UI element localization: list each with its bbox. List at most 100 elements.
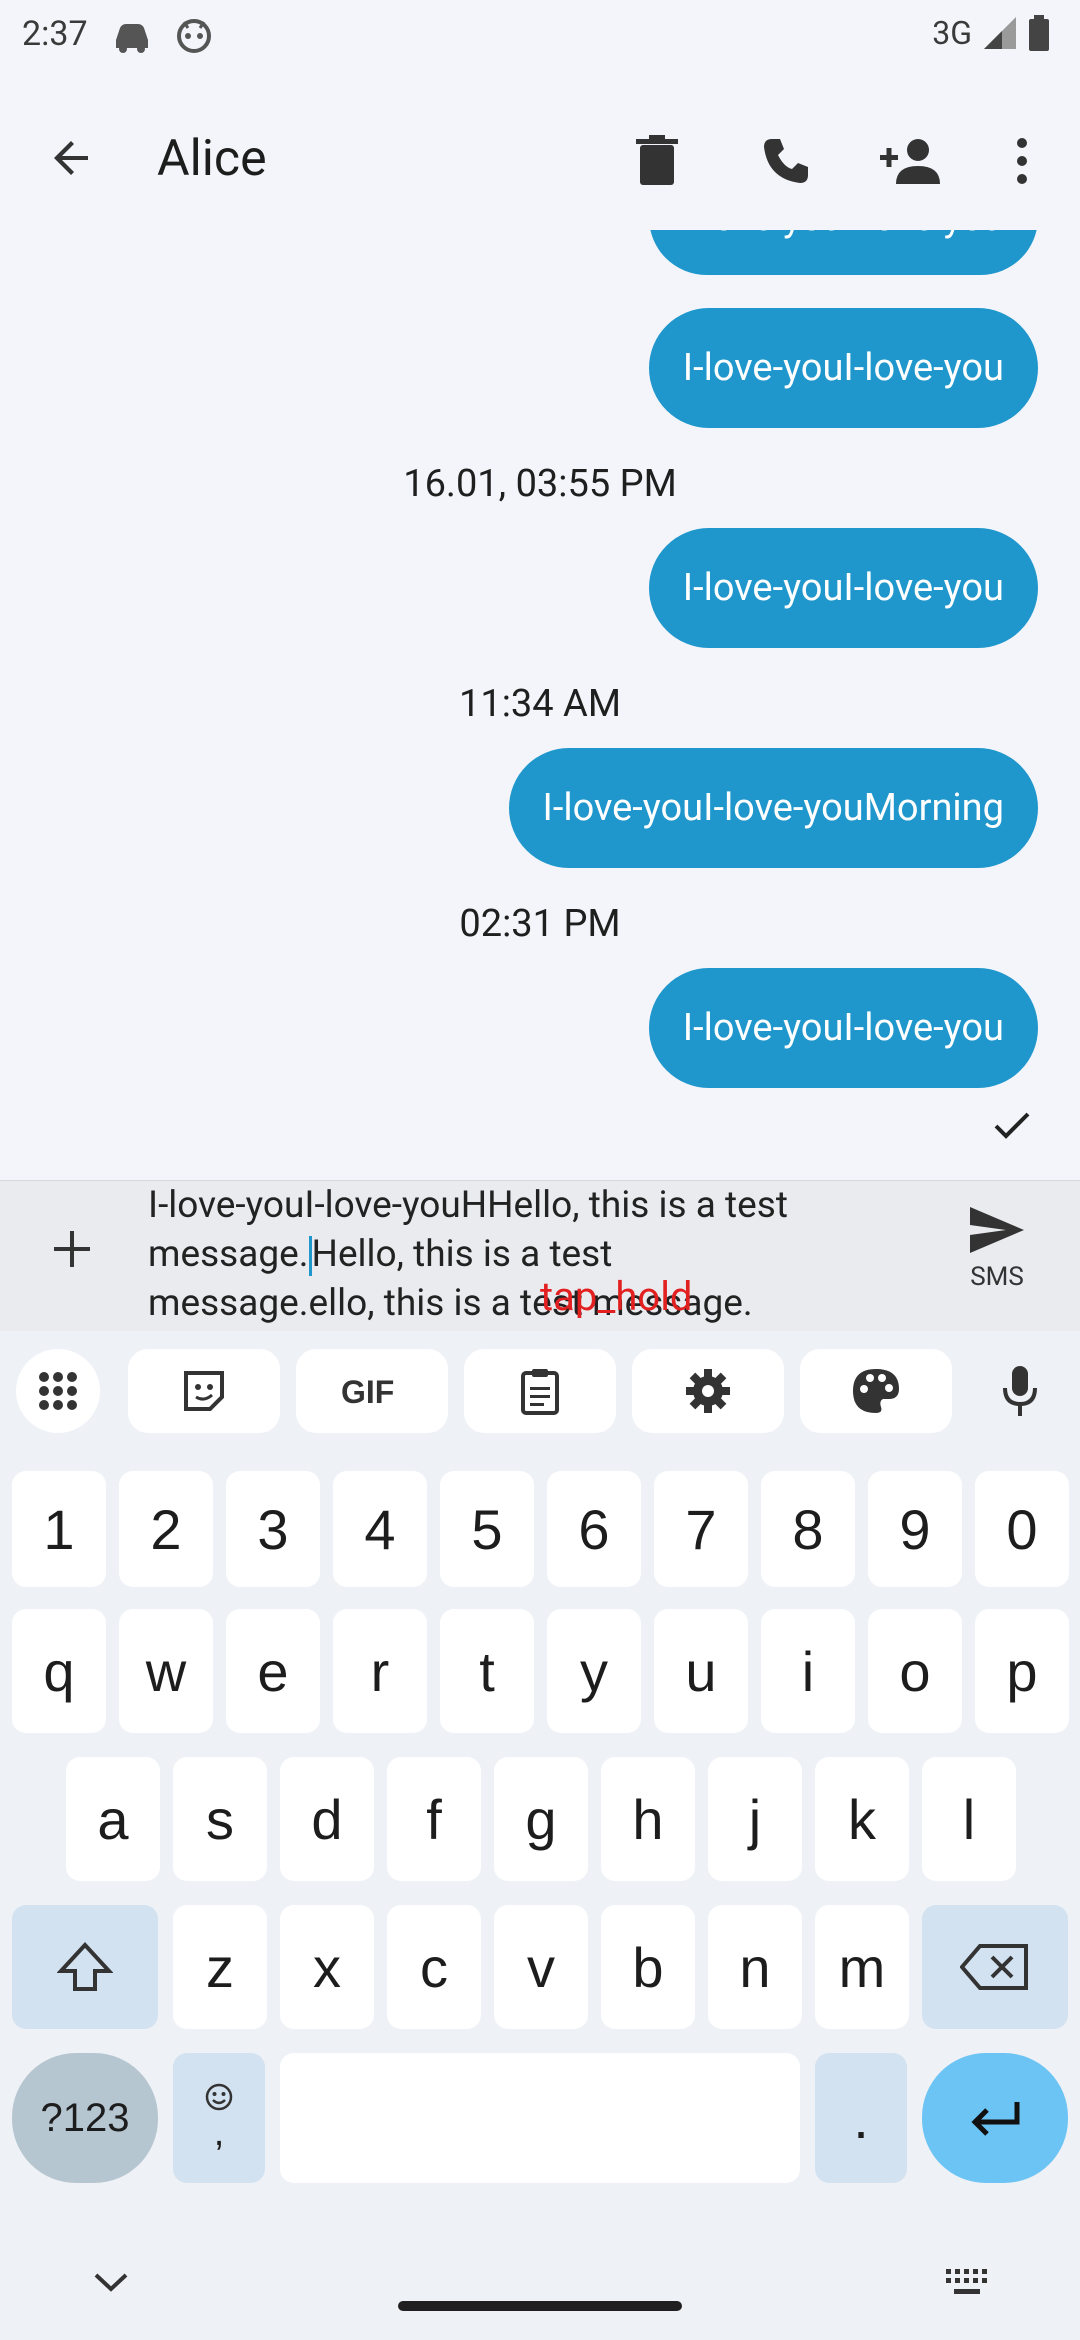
delete-button[interactable]	[622, 126, 692, 196]
key-m[interactable]: m	[815, 1905, 909, 2029]
more-options-button[interactable]	[987, 126, 1057, 196]
key-7[interactable]: 7	[654, 1471, 748, 1587]
key-0[interactable]: 0	[975, 1471, 1069, 1587]
key-u[interactable]: u	[654, 1609, 748, 1733]
key-d[interactable]: d	[280, 1757, 374, 1881]
key-f[interactable]: f	[387, 1757, 481, 1881]
key-r[interactable]: r	[333, 1609, 427, 1733]
key-n[interactable]: n	[708, 1905, 802, 2029]
status-system-icons: 3G	[932, 14, 1050, 52]
key-t[interactable]: t	[440, 1609, 534, 1733]
key-a[interactable]: a	[66, 1757, 160, 1881]
enter-icon	[971, 2102, 1020, 2136]
backspace-icon	[960, 1944, 1028, 1990]
key-q[interactable]: q	[12, 1609, 106, 1733]
key-4[interactable]: 4	[333, 1471, 427, 1587]
enter-key[interactable]	[922, 2053, 1068, 2183]
add-contact-button[interactable]	[875, 126, 945, 196]
settings-button[interactable]	[632, 1349, 784, 1433]
key-g[interactable]: g	[494, 1757, 588, 1881]
status-bar: 2:37 3G	[0, 0, 1080, 76]
key-2[interactable]: 2	[119, 1471, 213, 1587]
key-k[interactable]: k	[815, 1757, 909, 1881]
key-j[interactable]: j	[708, 1757, 802, 1881]
key-l[interactable]: l	[922, 1757, 1016, 1881]
network-type: 3G	[932, 14, 972, 52]
key-b[interactable]: b	[601, 1905, 695, 2029]
keyboard-toolbar: GIF	[0, 1331, 1080, 1451]
hide-keyboard-button[interactable]	[88, 2267, 134, 2301]
key-9[interactable]: 9	[868, 1471, 962, 1587]
microphone-icon	[1003, 1366, 1037, 1416]
message-bubble[interactable]: I-love-youI-love-youMorning	[508, 748, 1038, 868]
key-e[interactable]: e	[226, 1609, 320, 1733]
car-icon	[116, 24, 148, 53]
voice-input-button[interactable]	[978, 1349, 1062, 1433]
key-c[interactable]: c	[387, 1905, 481, 2029]
key-y[interactable]: y	[547, 1609, 641, 1733]
message-composer: I-love-youI-love-youHHello, this is a te…	[0, 1180, 1080, 1331]
status-time: 2:37	[22, 14, 88, 54]
message-timestamp: 02:31 PM	[459, 902, 621, 946]
theme-button[interactable]	[800, 1349, 952, 1433]
clipboard-icon	[521, 1369, 559, 1415]
key-x[interactable]: x	[280, 1905, 374, 2029]
message-list[interactable]: I-love-youI-love-you I-love-youI-love-yo…	[0, 230, 1080, 1180]
more-vert-icon	[1017, 138, 1027, 184]
arrow-back-icon	[54, 141, 88, 175]
key-5[interactable]: 5	[440, 1471, 534, 1587]
sticker-icon	[184, 1371, 224, 1411]
emoji-icon	[205, 2083, 233, 2110]
svg-text:GIF: GIF	[341, 1374, 394, 1409]
trash-icon	[636, 135, 678, 185]
send-icon	[970, 1207, 1024, 1253]
back-button[interactable]	[40, 126, 104, 190]
key-1[interactable]: 1	[12, 1471, 106, 1587]
sticker-button[interactable]	[128, 1349, 280, 1433]
tap-hold-overlay: tap_hold	[540, 1273, 693, 1320]
key-s[interactable]: s	[173, 1757, 267, 1881]
key-p[interactable]: p	[975, 1609, 1069, 1733]
message-bubble[interactable]: I-love-youI-love-you	[648, 528, 1038, 648]
message-bubble[interactable]: I-love-youI-love-you	[648, 230, 1038, 275]
switch-keyboard-button[interactable]	[944, 2265, 992, 2303]
comma-label: ,	[213, 2111, 225, 2154]
phone-icon	[764, 139, 808, 183]
gif-button[interactable]: GIF	[296, 1349, 448, 1433]
delivered-check-icon	[994, 1112, 1030, 1139]
key-z[interactable]: z	[173, 1905, 267, 2029]
period-key[interactable]: .	[815, 2053, 907, 2183]
key-w[interactable]: w	[119, 1609, 213, 1733]
gesture-nav-handle[interactable]	[398, 2301, 682, 2311]
message-input-line: I-love-youI-love-youHHello, this is a te…	[148, 1184, 788, 1227]
key-8[interactable]: 8	[761, 1471, 855, 1587]
clipboard-button[interactable]	[464, 1349, 616, 1433]
key-6[interactable]: 6	[547, 1471, 641, 1587]
send-label: SMS	[970, 1262, 1024, 1292]
key-o[interactable]: o	[868, 1609, 962, 1733]
soft-keyboard: GIF 1 2 3 4 5 6 7 8 9 0 q w e r t y u i …	[0, 1331, 1080, 2340]
send-sms-button[interactable]: SMS	[952, 1205, 1042, 1292]
status-notification-icons	[110, 16, 214, 56]
app-bar: Alice	[0, 100, 1080, 220]
key-v[interactable]: v	[494, 1905, 588, 2029]
robot-face-icon	[177, 19, 211, 53]
key-i[interactable]: i	[761, 1609, 855, 1733]
key-h[interactable]: h	[601, 1757, 695, 1881]
emoji-comma-key[interactable]: ,	[173, 2053, 265, 2183]
gif-icon: GIF	[341, 1374, 394, 1409]
attach-button[interactable]	[40, 1217, 104, 1281]
backspace-key[interactable]	[922, 1905, 1068, 2029]
chevron-down-icon	[94, 2273, 128, 2292]
keyboard-icon	[946, 2269, 987, 2294]
space-key[interactable]	[280, 2053, 800, 2183]
call-button[interactable]	[751, 126, 821, 196]
message-bubble[interactable]: I-love-youI-love-you	[648, 968, 1038, 1088]
shift-icon	[57, 1942, 113, 1991]
add-person-icon	[880, 139, 940, 184]
symbols-key[interactable]: ?123	[12, 2053, 158, 2183]
message-bubble[interactable]: I-love-youI-love-you	[648, 308, 1038, 428]
apps-grid-button[interactable]	[16, 1349, 100, 1433]
key-3[interactable]: 3	[226, 1471, 320, 1587]
shift-key[interactable]	[12, 1905, 158, 2029]
